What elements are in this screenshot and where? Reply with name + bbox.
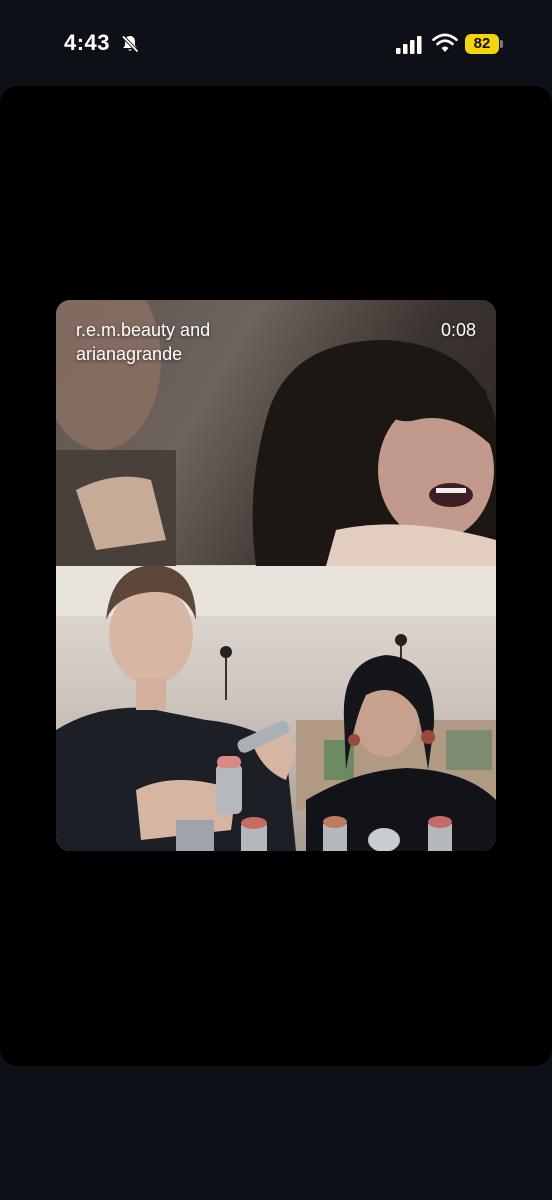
video-duration: 0:08 bbox=[440, 320, 476, 340]
battery-indicator: 82 bbox=[465, 34, 499, 54]
cellular-signal-icon bbox=[396, 36, 422, 54]
status-time: 4:43 bbox=[64, 30, 111, 55]
video-thumbnail bbox=[56, 300, 496, 851]
screen: 4:43 82 r.e.m.beauty and arianagrande 0:… bbox=[0, 0, 552, 1200]
battery-tip bbox=[500, 40, 503, 48]
video-title[interactable]: r.e.m.beauty and arianagrande bbox=[76, 318, 296, 366]
bell-slash-icon bbox=[121, 35, 139, 53]
wifi-icon bbox=[432, 33, 458, 52]
battery-level: 82 bbox=[473, 35, 491, 52]
status-bar: 4:43 82 bbox=[0, 0, 552, 88]
video-player[interactable]: r.e.m.beauty and arianagrande 0:08 bbox=[56, 300, 496, 851]
